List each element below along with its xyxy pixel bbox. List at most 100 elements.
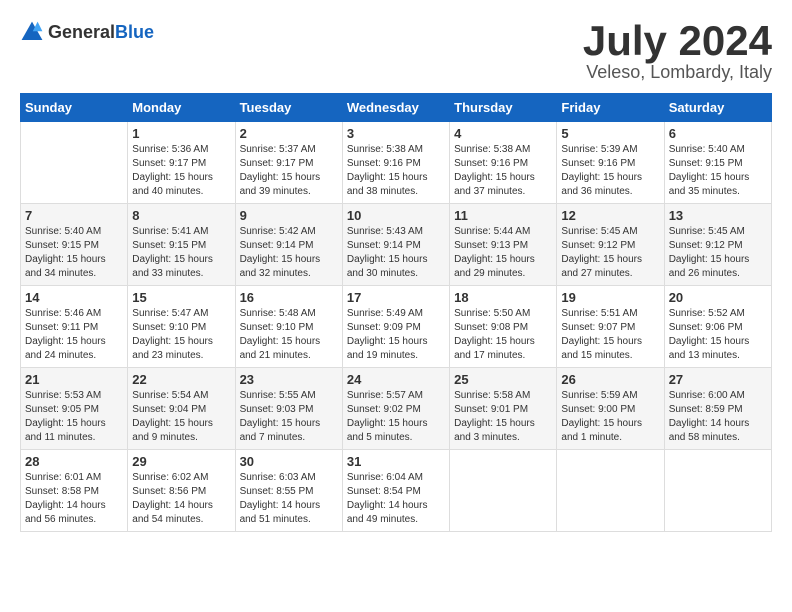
day-cell: 13Sunrise: 5:45 AMSunset: 9:12 PMDayligh… [664,204,771,286]
day-info: Sunrise: 6:01 AMSunset: 8:58 PMDaylight:… [25,471,123,527]
day-info: Sunrise: 5:50 AMSunset: 9:08 PMDaylight:… [454,307,552,363]
day-number: 30 [240,454,338,469]
day-info: Sunrise: 5:40 AMSunset: 9:15 PMDaylight:… [25,225,123,281]
logo-text-blue: Blue [115,22,154,42]
day-info: Sunrise: 6:02 AMSunset: 8:56 PMDaylight:… [132,471,230,527]
week-row-2: 7 Sunrise: 5:40 AMSunset: 9:15 PMDaylight… [21,204,772,286]
day-cell: 30 Sunrise: 6:03 AMSunset: 8:55 PMDayligh… [235,450,342,532]
day-cell [557,450,664,532]
logo-text-general: General [48,22,115,42]
day-number: 31 [347,454,445,469]
day-cell: 12 Sunrise: 5:45 AMSunset: 9:12 PMDayligh… [557,204,664,286]
day-number: 18 [454,290,552,305]
title-area: July 2024 Veleso, Lombardy, Italy [583,20,772,83]
day-info: Sunrise: 5:36 AMSunset: 9:17 PMDaylight:… [132,143,230,199]
day-cell: 27 Sunrise: 6:00 AMSunset: 8:59 PMDayligh… [664,368,771,450]
day-number: 10 [347,208,445,223]
weekday-header-saturday: Saturday [664,94,771,122]
weekday-header-wednesday: Wednesday [342,94,449,122]
day-info: Sunrise: 6:03 AMSunset: 8:55 PMDaylight:… [240,471,338,527]
day-info: Sunrise: 5:39 AMSunset: 9:16 PMDaylight:… [561,143,659,199]
day-number: 26 [561,372,659,387]
day-number: 16 [240,290,338,305]
day-number: 21 [25,372,123,387]
day-info: Sunrise: 5:44 AMSunset: 9:13 PMDaylight:… [454,225,552,281]
day-cell: 24 Sunrise: 5:57 AMSunset: 9:02 PMDayligh… [342,368,449,450]
day-info: Sunrise: 5:53 AMSunset: 9:05 PMDaylight:… [25,389,123,445]
day-cell: 5 Sunrise: 5:39 AMSunset: 9:16 PMDaylight… [557,122,664,204]
day-info: Sunrise: 5:37 AMSunset: 9:17 PMDaylight:… [240,143,338,199]
day-cell [450,450,557,532]
day-number: 6 [669,126,767,141]
day-cell: 20Sunrise: 5:52 AMSunset: 9:06 PMDayligh… [664,286,771,368]
day-number: 29 [132,454,230,469]
day-info: Sunrise: 5:54 AMSunset: 9:04 PMDaylight:… [132,389,230,445]
day-number: 17 [347,290,445,305]
day-cell: 4 Sunrise: 5:38 AMSunset: 9:16 PMDaylight… [450,122,557,204]
day-info: Sunrise: 5:59 AMSunset: 9:00 PMDaylight:… [561,389,659,445]
day-number: 22 [132,372,230,387]
day-cell: 2 Sunrise: 5:37 AMSunset: 9:17 PMDaylight… [235,122,342,204]
day-info: Sunrise: 5:51 AMSunset: 9:07 PMDaylight:… [561,307,659,363]
logo: GeneralBlue [20,20,154,44]
day-info: Sunrise: 5:58 AMSunset: 9:01 PMDaylight:… [454,389,552,445]
day-number: 7 [25,208,123,223]
day-info: Sunrise: 6:00 AMSunset: 8:59 PMDaylight:… [669,389,767,445]
day-cell: 11 Sunrise: 5:44 AMSunset: 9:13 PMDayligh… [450,204,557,286]
day-number: 8 [132,208,230,223]
day-info: Sunrise: 5:57 AMSunset: 9:02 PMDaylight:… [347,389,445,445]
day-info: Sunrise: 5:48 AMSunset: 9:10 PMDaylight:… [240,307,338,363]
day-cell: 15 Sunrise: 5:47 AMSunset: 9:10 PMDayligh… [128,286,235,368]
day-cell: 17 Sunrise: 5:49 AMSunset: 9:09 PMDayligh… [342,286,449,368]
day-cell: 10 Sunrise: 5:43 AMSunset: 9:14 PMDayligh… [342,204,449,286]
day-info: Sunrise: 5:41 AMSunset: 9:15 PMDaylight:… [132,225,230,281]
day-number: 28 [25,454,123,469]
day-info: Sunrise: 5:45 AMSunset: 9:12 PMDaylight:… [561,225,659,281]
weekday-header-thursday: Thursday [450,94,557,122]
day-info: Sunrise: 5:38 AMSunset: 9:16 PMDaylight:… [347,143,445,199]
day-cell [21,122,128,204]
day-number: 14 [25,290,123,305]
day-info: Sunrise: 5:47 AMSunset: 9:10 PMDaylight:… [132,307,230,363]
weekday-header-row: SundayMondayTuesdayWednesdayThursdayFrid… [21,94,772,122]
day-number: 5 [561,126,659,141]
day-info: Sunrise: 6:04 AMSunset: 8:54 PMDaylight:… [347,471,445,527]
day-cell: 8 Sunrise: 5:41 AMSunset: 9:15 PMDaylight… [128,204,235,286]
day-cell: 26 Sunrise: 5:59 AMSunset: 9:00 PMDayligh… [557,368,664,450]
day-number: 15 [132,290,230,305]
day-info: Sunrise: 5:38 AMSunset: 9:16 PMDaylight:… [454,143,552,199]
day-number: 3 [347,126,445,141]
day-number: 2 [240,126,338,141]
day-cell: 16 Sunrise: 5:48 AMSunset: 9:10 PMDayligh… [235,286,342,368]
day-cell: 31 Sunrise: 6:04 AMSunset: 8:54 PMDayligh… [342,450,449,532]
day-info: Sunrise: 5:45 AMSunset: 9:12 PMDaylight:… [669,225,767,281]
day-number: 12 [561,208,659,223]
day-cell: 22 Sunrise: 5:54 AMSunset: 9:04 PMDayligh… [128,368,235,450]
day-number: 27 [669,372,767,387]
day-cell: 3 Sunrise: 5:38 AMSunset: 9:16 PMDaylight… [342,122,449,204]
month-title: July 2024 [583,20,772,62]
day-cell: 1Sunrise: 5:36 AMSunset: 9:17 PMDaylight… [128,122,235,204]
week-row-4: 21 Sunrise: 5:53 AMSunset: 9:05 PMDayligh… [21,368,772,450]
day-number: 19 [561,290,659,305]
day-cell: 6Sunrise: 5:40 AMSunset: 9:15 PMDaylight… [664,122,771,204]
day-number: 11 [454,208,552,223]
day-info: Sunrise: 5:43 AMSunset: 9:14 PMDaylight:… [347,225,445,281]
location-title: Veleso, Lombardy, Italy [583,62,772,83]
day-info: Sunrise: 5:46 AMSunset: 9:11 PMDaylight:… [25,307,123,363]
calendar: SundayMondayTuesdayWednesdayThursdayFrid… [20,93,772,532]
day-cell: 23Sunrise: 5:55 AMSunset: 9:03 PMDayligh… [235,368,342,450]
day-cell: 28 Sunrise: 6:01 AMSunset: 8:58 PMDayligh… [21,450,128,532]
day-number: 24 [347,372,445,387]
day-cell: 19 Sunrise: 5:51 AMSunset: 9:07 PMDayligh… [557,286,664,368]
header: GeneralBlue July 2024 Veleso, Lombardy, … [20,20,772,83]
day-number: 20 [669,290,767,305]
day-number: 23 [240,372,338,387]
day-cell: 29 Sunrise: 6:02 AMSunset: 8:56 PMDayligh… [128,450,235,532]
day-number: 25 [454,372,552,387]
week-row-3: 14 Sunrise: 5:46 AMSunset: 9:11 PMDayligh… [21,286,772,368]
weekday-header-sunday: Sunday [21,94,128,122]
logo-icon [20,20,44,44]
day-number: 4 [454,126,552,141]
day-info: Sunrise: 5:49 AMSunset: 9:09 PMDaylight:… [347,307,445,363]
